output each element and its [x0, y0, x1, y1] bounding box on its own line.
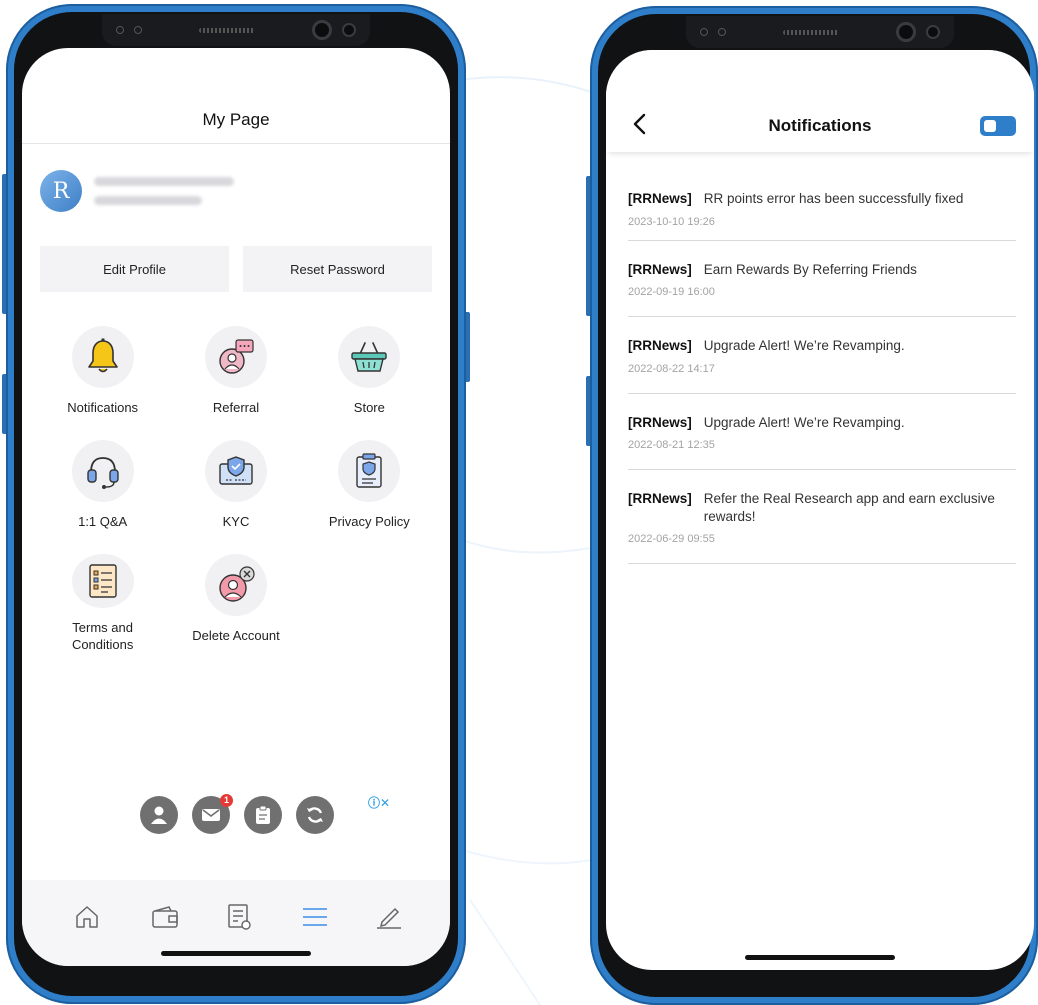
ad-choices-icon[interactable]: ⓘ✕ [368, 794, 390, 811]
notification-message: Refer the Real Research app and earn exc… [703, 491, 995, 524]
notification-message: RR points error has been successfully fi… [703, 191, 964, 206]
notification-item[interactable]: [RRNews] Upgrade Alert! We’re Revamping. … [628, 317, 1016, 394]
ad-clipboard-button[interactable] [244, 796, 282, 834]
reset-password-button[interactable]: Reset Password [243, 246, 432, 292]
edit-icon [377, 907, 401, 929]
menu-label: Terms and Conditions [71, 620, 134, 653]
menu-label: Delete Account [192, 628, 280, 643]
camera-notch [102, 14, 370, 46]
notification-tag: [RRNews] [628, 261, 692, 277]
id-card-icon [219, 456, 253, 485]
menu-item-store[interactable]: Store [303, 326, 436, 426]
tab-surveys[interactable] [224, 902, 254, 932]
checklist-icon [88, 564, 117, 598]
phone-notifications: Notifications [RRNews] RR points error ha… [586, 6, 1038, 1005]
notification-date: 2022-08-22 14:17 [628, 362, 715, 375]
menu-label: Referral [212, 400, 260, 415]
wallet-icon [152, 906, 178, 928]
notification-item[interactable]: [RRNews] Upgrade Alert! We’re Revamping. … [628, 394, 1016, 471]
notification-message: Earn Rewards By Referring Friends [703, 261, 917, 277]
menu-label: KYC [222, 514, 250, 529]
unread-badge: 1 [220, 794, 233, 807]
refresh-icon [307, 807, 323, 823]
menu-label: Store [353, 400, 385, 415]
tab-edit[interactable] [374, 902, 404, 932]
page-title: Notifications [768, 116, 872, 135]
tab-menu[interactable] [300, 902, 330, 932]
menu-item-kyc[interactable]: KYC [169, 440, 302, 540]
my-page-screen: My Page R Edit Profile Reset Password No… [22, 48, 450, 966]
notification-date: 2022-08-21 12:35 [628, 439, 715, 452]
ad-refresh-button[interactable] [296, 796, 334, 834]
header: Notifications [606, 50, 1034, 152]
notification-item[interactable]: [RRNews] Refer the Real Research app and … [628, 470, 1016, 565]
notification-message: Upgrade Alert! We’re Revamping. [703, 414, 905, 430]
menu-item-delete-account[interactable]: Delete Account [169, 554, 302, 654]
mail-icon [202, 809, 220, 821]
home-icon [76, 906, 98, 928]
ad-profile-button[interactable] [140, 796, 178, 834]
menu-item-referral[interactable]: Referral [169, 326, 302, 426]
referral-icon [219, 339, 254, 374]
tab-home[interactable] [72, 902, 102, 932]
notification-item[interactable]: [RRNews] Earn Rewards By Referring Friend… [628, 241, 1016, 318]
home-indicator[interactable] [745, 955, 895, 960]
home-indicator[interactable] [161, 951, 311, 956]
phone-my-page: My Page R Edit Profile Reset Password No… [2, 4, 470, 1004]
notifications-toggle[interactable] [980, 116, 1016, 136]
blurred-account-details [94, 177, 234, 205]
ad-banner: 1 [140, 794, 334, 834]
menu-item-qna[interactable]: 1:1 Q&A [36, 440, 169, 540]
headset-icon [86, 457, 119, 489]
menu-icon [303, 908, 327, 926]
notification-item[interactable]: [RRNews] RR points error has been success… [628, 180, 1016, 241]
survey-icon [228, 904, 251, 930]
notification-list: [RRNews] RR points error has been success… [628, 180, 1016, 565]
delete-user-icon [219, 566, 255, 602]
basket-icon [351, 342, 388, 372]
edit-profile-button[interactable]: Edit Profile [40, 246, 229, 292]
menu-item-terms[interactable]: Terms and Conditions [36, 554, 169, 654]
menu-label: Notifications [67, 400, 139, 415]
person-icon [151, 806, 167, 824]
tab-wallet[interactable] [150, 902, 180, 932]
notification-date: 2022-09-19 16:00 [628, 286, 715, 299]
menu-label: Privacy Policy [328, 514, 410, 529]
bell-icon [87, 338, 118, 373]
notification-date: 2023-10-10 19:26 [628, 215, 715, 228]
menu-label: 1:1 Q&A [78, 514, 128, 529]
profile-info: R [40, 170, 234, 212]
menu-item-notifications[interactable]: Notifications [36, 326, 169, 426]
clipboard-icon [256, 805, 270, 824]
notifications-screen: Notifications [RRNews] RR points error ha… [606, 50, 1034, 970]
avatar: R [40, 170, 82, 212]
menu-item-privacy-policy[interactable]: Privacy Policy [303, 440, 436, 540]
notification-tag: [RRNews] [628, 414, 692, 430]
header: My Page [22, 48, 450, 144]
notification-message: Upgrade Alert! We’re Revamping. [703, 338, 905, 354]
notification-tag: [RRNews] [628, 191, 692, 206]
notification-tag: [RRNews] [628, 491, 692, 507]
bottom-tab-bar [22, 880, 450, 966]
camera-notch [686, 16, 954, 48]
menu-grid: Notifications Referral Store 1:1 Q&A KYC… [36, 326, 436, 654]
notification-date: 2022-06-29 09:55 [628, 533, 715, 546]
document-shield-icon [356, 453, 383, 488]
page-title: My Page [202, 110, 270, 129]
notification-tag: [RRNews] [628, 338, 692, 354]
ad-mail-button[interactable]: 1 [192, 794, 233, 834]
